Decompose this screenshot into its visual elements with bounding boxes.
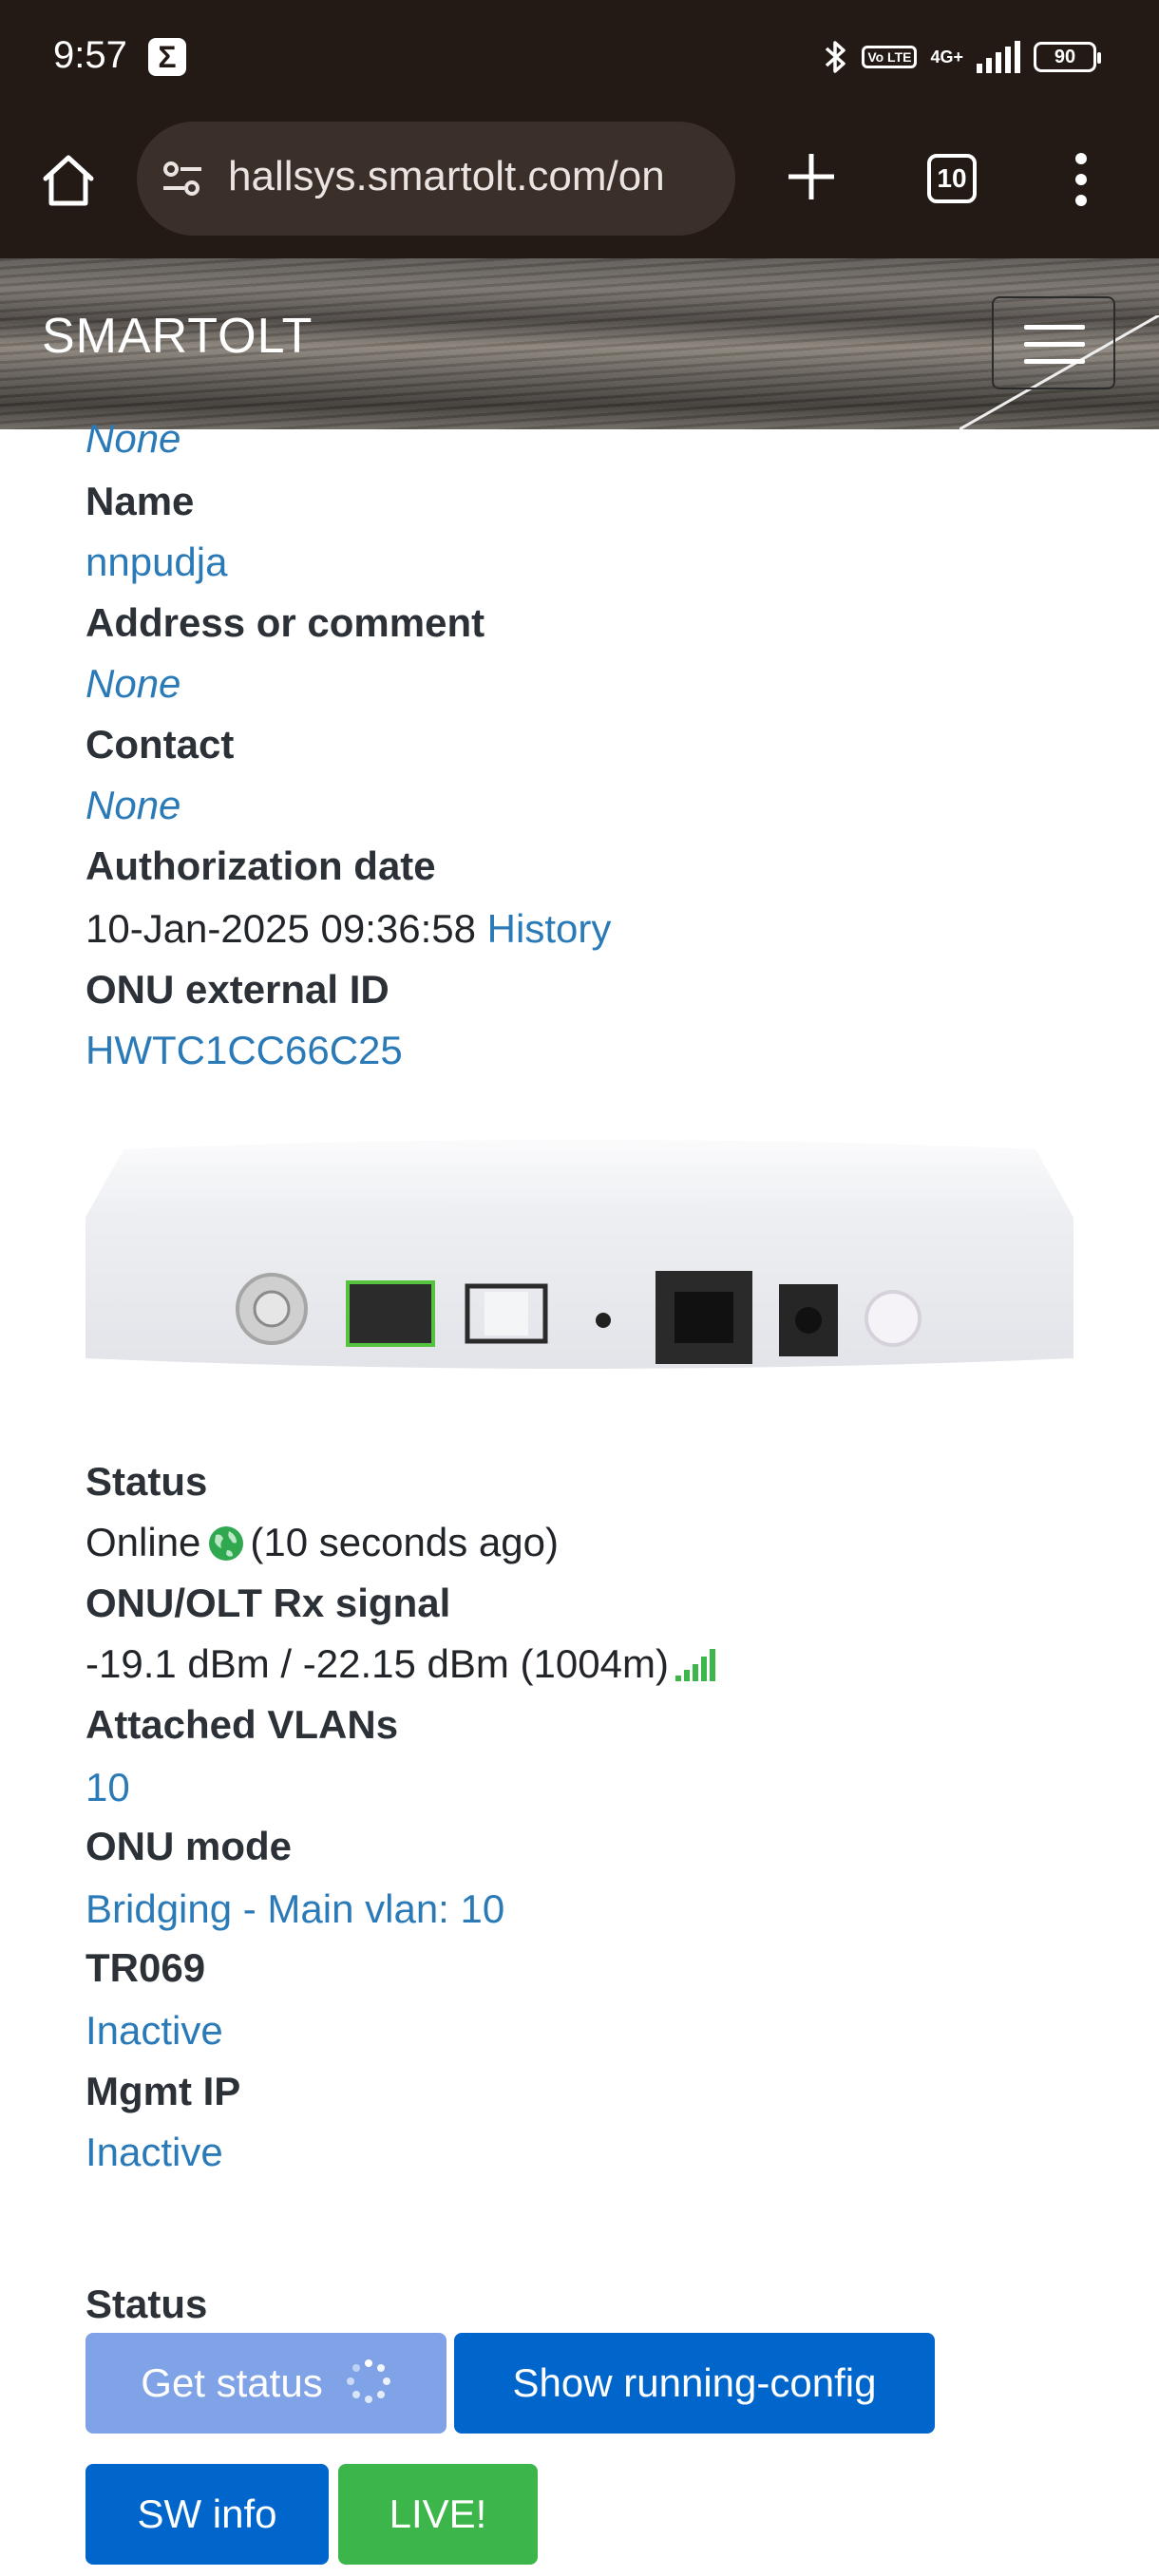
onu-device-image — [86, 1140, 1074, 1369]
external-id-label: ONU external ID — [86, 967, 390, 1012]
name-label: Name — [86, 479, 195, 523]
new-tab-icon[interactable] — [785, 150, 838, 203]
contact-value-link[interactable]: None — [86, 775, 180, 836]
onu-mode-label: ONU mode — [86, 1824, 293, 1868]
address-label: Address or comment — [86, 600, 485, 645]
contact-label: Contact — [86, 722, 235, 767]
show-running-config-button[interactable]: Show running-config — [454, 2333, 935, 2434]
site-navbar: SMARTOLT — [0, 258, 1159, 429]
authorization-date-value: 10-Jan-2025 09:36:58 — [86, 906, 476, 951]
attached-vlans-label: Attached VLANs — [86, 1702, 399, 1747]
mgmt-ip-link[interactable]: Inactive — [86, 2122, 223, 2183]
loading-spinner-icon — [346, 2359, 390, 2403]
authorization-date-row: 10-Jan-2025 09:36:58 History — [86, 899, 611, 959]
status-section-label: Status — [86, 2282, 208, 2326]
clock: 9:57 — [53, 34, 127, 76]
previous-field-value: None — [86, 416, 181, 461]
system-status-bar: 9:57 Σ Vo LTE 4G+ 90 — [0, 0, 1159, 114]
status-time-ago: (10 seconds ago) — [250, 1520, 559, 1564]
tr069-label: TR069 — [86, 1945, 206, 1990]
onu-mode-link[interactable]: Bridging - Main vlan: 10 — [86, 1879, 504, 1940]
history-link[interactable]: History — [487, 906, 612, 951]
volte-icon: Vo LTE — [862, 46, 918, 68]
brand-logo[interactable]: SMARTOLT — [42, 308, 313, 365]
rx-signal-label: ONU/OLT Rx signal — [86, 1581, 451, 1625]
external-id-link[interactable]: HWTC1CC66C25 — [86, 1020, 403, 1081]
address-value-link[interactable]: None — [86, 653, 180, 714]
more-menu-icon[interactable] — [1074, 152, 1089, 207]
status-label: Status — [86, 1459, 208, 1504]
globe-online-icon — [209, 1526, 244, 1561]
rx-signal-value: -19.1 dBm / -22.15 dBm (1004m) — [86, 1641, 669, 1686]
address-bar[interactable]: hallsys.smartolt.com/on — [137, 122, 735, 236]
signal-strength-icon — [977, 41, 1020, 73]
home-icon[interactable] — [38, 150, 99, 211]
get-status-button[interactable]: Get status — [86, 2333, 446, 2434]
live-button[interactable]: LIVE! — [338, 2464, 538, 2565]
signal-bars-icon — [674, 1649, 715, 1681]
status-value: Online — [86, 1520, 201, 1564]
url-text[interactable]: hallsys.smartolt.com/on — [228, 153, 712, 200]
mgmt-ip-label: Mgmt IP — [86, 2069, 241, 2113]
get-status-label: Get status — [141, 2360, 323, 2405]
browser-toolbar: hallsys.smartolt.com/on 10 — [0, 114, 1159, 258]
attached-vlans-link[interactable]: 10 — [86, 1757, 130, 1818]
tr069-link[interactable]: Inactive — [86, 2000, 223, 2061]
rx-signal-row: -19.1 dBm / -22.15 dBm (1004m) — [86, 1634, 718, 1695]
name-value-link[interactable]: nnpudja — [86, 532, 227, 593]
sw-info-button[interactable]: SW info — [86, 2464, 329, 2565]
site-settings-icon[interactable] — [160, 156, 205, 201]
status-row: Online (10 seconds ago) — [86, 1512, 559, 1573]
status-icons: Vo LTE 4G+ 90 — [824, 36, 1101, 78]
sigma-notification-icon: Σ — [148, 38, 186, 76]
bluetooth-icon — [826, 41, 846, 73]
authorization-date-label: Authorization date — [86, 843, 436, 888]
network-type-icon: 4G+ — [930, 47, 963, 66]
battery-icon: 90 — [1034, 42, 1101, 72]
tab-switcher-button[interactable]: 10 — [927, 154, 977, 203]
navbar-toggle-button[interactable] — [992, 296, 1115, 389]
